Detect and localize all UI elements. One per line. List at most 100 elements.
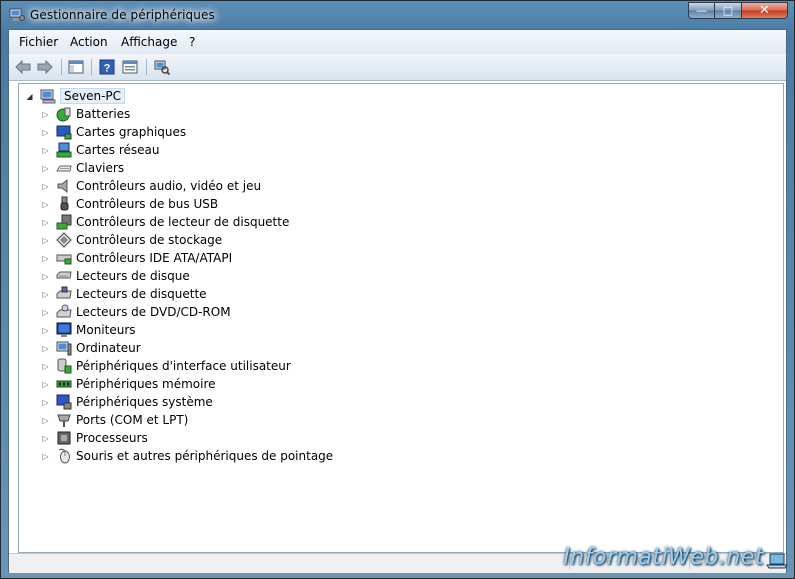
tree-category-node[interactable]: ▷ Ports (COM et LPT) [41, 411, 188, 429]
tree-category-node[interactable]: ▷ Contrôleurs de lecteur de disquette [41, 213, 289, 231]
port-icon [57, 414, 71, 427]
usb-icon [60, 196, 69, 211]
expand-triangle-icon[interactable]: ▷ [41, 146, 50, 155]
floppy-controller-icon [56, 214, 72, 230]
toolbar-separator [61, 59, 62, 75]
tree-category-node[interactable]: ▷ Lecteurs de disquette [41, 285, 207, 303]
help-button[interactable]: ? [97, 58, 117, 76]
device-tree[interactable]: ◢ Seven-PC ▷ Batteries ▷ Cartes graphiques ▷… [18, 83, 784, 553]
expand-triangle-icon[interactable]: ▷ [41, 326, 50, 335]
tree-category-label: Cartes réseau [76, 143, 160, 157]
forward-button[interactable] [35, 58, 55, 76]
processor-icon [57, 431, 71, 445]
expand-triangle-icon[interactable]: ▷ [41, 128, 50, 137]
expand-triangle-icon[interactable]: ▷ [41, 218, 50, 227]
speaker-icon [57, 178, 68, 194]
menu-bar: Fichier Action Affichage ? [9, 30, 786, 55]
tree-category-node[interactable]: ▷ Ordinateur [41, 339, 141, 357]
title-bar[interactable]: Gestionnaire de périphériques — □ ✕ [1, 1, 794, 29]
battery-icon [56, 107, 71, 122]
console-tree-icon [68, 60, 84, 74]
menu-fichier[interactable]: Fichier [19, 35, 58, 49]
tree-category-label: Batteries [76, 107, 131, 121]
toolbar-separator [146, 59, 147, 75]
tree-category-node[interactable]: ▷ Souris et autres périphériques de point… [41, 447, 333, 465]
device-manager-window: Gestionnaire de périphériques — □ ✕ Fich… [0, 0, 795, 579]
tree-category-node[interactable]: ▷ Périphériques d'interface utilisateur [41, 357, 291, 375]
tree-category-label: Contrôleurs de lecteur de disquette [76, 215, 290, 229]
menu-affichage[interactable]: Affichage [121, 35, 177, 49]
collapse-triangle-icon[interactable]: ◢ [25, 92, 34, 101]
tree-category-label: Lecteurs de disquette [76, 287, 207, 301]
tree-category-label: Processeurs [76, 431, 148, 445]
mouse-icon [58, 448, 70, 464]
expand-triangle-icon[interactable]: ▷ [41, 362, 50, 371]
tree-category-node[interactable]: ▷ Périphériques mémoire [41, 375, 215, 393]
tree-category-label: Périphériques d'interface utilisateur [76, 359, 291, 373]
menu-action[interactable]: Action [70, 35, 108, 49]
tree-category-label: Moniteurs [76, 323, 136, 337]
tree-category-node[interactable]: ▷ Contrôleurs de bus USB [41, 195, 218, 213]
expand-triangle-icon[interactable]: ▷ [41, 164, 50, 173]
scan-hardware-button[interactable] [152, 58, 172, 76]
minimize-button[interactable]: — [688, 2, 715, 19]
expand-triangle-icon[interactable]: ▷ [41, 416, 50, 425]
tree-category-label: Contrôleurs de bus USB [76, 197, 219, 211]
tree-category-node[interactable]: ▷ Périphériques système [41, 393, 213, 411]
expand-triangle-icon[interactable]: ▷ [41, 344, 50, 353]
tree-category-node[interactable]: ▷ Lecteurs de DVD/CD-ROM [41, 303, 231, 321]
expand-triangle-icon[interactable]: ▷ [41, 380, 50, 389]
expand-triangle-icon[interactable]: ▷ [41, 110, 50, 119]
tree-category-label: Claviers [76, 161, 125, 175]
menu-help[interactable]: ? [189, 35, 195, 49]
expand-triangle-icon[interactable]: ▷ [41, 272, 50, 281]
tree-category-label: Contrôleurs de stockage [76, 233, 223, 247]
expand-triangle-icon[interactable]: ▷ [41, 290, 50, 299]
tree-category-node[interactable]: ▷ Lecteurs de disque [41, 267, 190, 285]
tree-category-node[interactable]: ▷ Moniteurs [41, 321, 136, 339]
close-button[interactable]: ✕ [742, 2, 788, 19]
tree-category-node[interactable]: ▷ Contrôleurs IDE ATA/ATAPI [41, 249, 232, 267]
minimize-icon: — [696, 4, 707, 17]
display-adapter-icon [56, 125, 72, 140]
watermark-laptop-icon [766, 553, 788, 569]
floppy-drive-icon [56, 286, 72, 299]
monitor-icon [56, 322, 72, 337]
tree-category-node[interactable]: ▷ Cartes réseau [41, 141, 159, 159]
caption-buttons: — □ ✕ [688, 2, 788, 20]
tree-category-node[interactable]: ▷ Contrôleurs audio, vidéo et jeu [41, 177, 261, 195]
expand-triangle-icon[interactable]: ▷ [41, 236, 50, 245]
expand-triangle-icon[interactable]: ▷ [41, 308, 50, 317]
tree-category-node[interactable]: ▷ Cartes graphiques [41, 123, 186, 141]
back-button[interactable] [13, 58, 33, 76]
properties-button[interactable] [120, 58, 140, 76]
expand-triangle-icon[interactable]: ▷ [41, 254, 50, 263]
memory-icon [56, 380, 72, 388]
computer-icon [56, 341, 72, 356]
expand-triangle-icon[interactable]: ▷ [41, 398, 50, 407]
tree-root-node[interactable]: ◢ Seven-PC [25, 87, 126, 105]
tree-category-label: Périphériques système [76, 395, 213, 409]
tree-category-node[interactable]: ▷ Claviers [41, 159, 124, 177]
back-arrow-icon [15, 60, 31, 74]
device-manager-app-icon [9, 8, 25, 21]
disk-drive-icon [56, 271, 72, 279]
tree-category-node[interactable]: ▷ Batteries [41, 105, 130, 123]
toolbar: ? [9, 54, 786, 81]
expand-triangle-icon[interactable]: ▷ [41, 200, 50, 209]
expand-triangle-icon[interactable]: ▷ [41, 182, 50, 191]
watermark-text: InformatiWeb.net [563, 545, 764, 570]
computer-icon [40, 89, 56, 104]
system-device-icon [56, 394, 72, 410]
expand-triangle-icon[interactable]: ▷ [41, 452, 50, 461]
toolbar-separator [91, 59, 92, 75]
show-hide-console-tree-button[interactable] [66, 58, 86, 76]
tree-category-label: Contrôleurs IDE ATA/ATAPI [76, 251, 233, 265]
tree-category-node[interactable]: ▷ Processeurs [41, 429, 148, 447]
tree-category-label: Lecteurs de disque [76, 269, 190, 283]
tree-category-label: Ordinateur [76, 341, 141, 355]
properties-icon [122, 60, 138, 74]
maximize-button[interactable]: □ [715, 2, 742, 19]
expand-triangle-icon[interactable]: ▷ [41, 434, 50, 443]
tree-category-node[interactable]: ▷ Contrôleurs de stockage [41, 231, 222, 249]
